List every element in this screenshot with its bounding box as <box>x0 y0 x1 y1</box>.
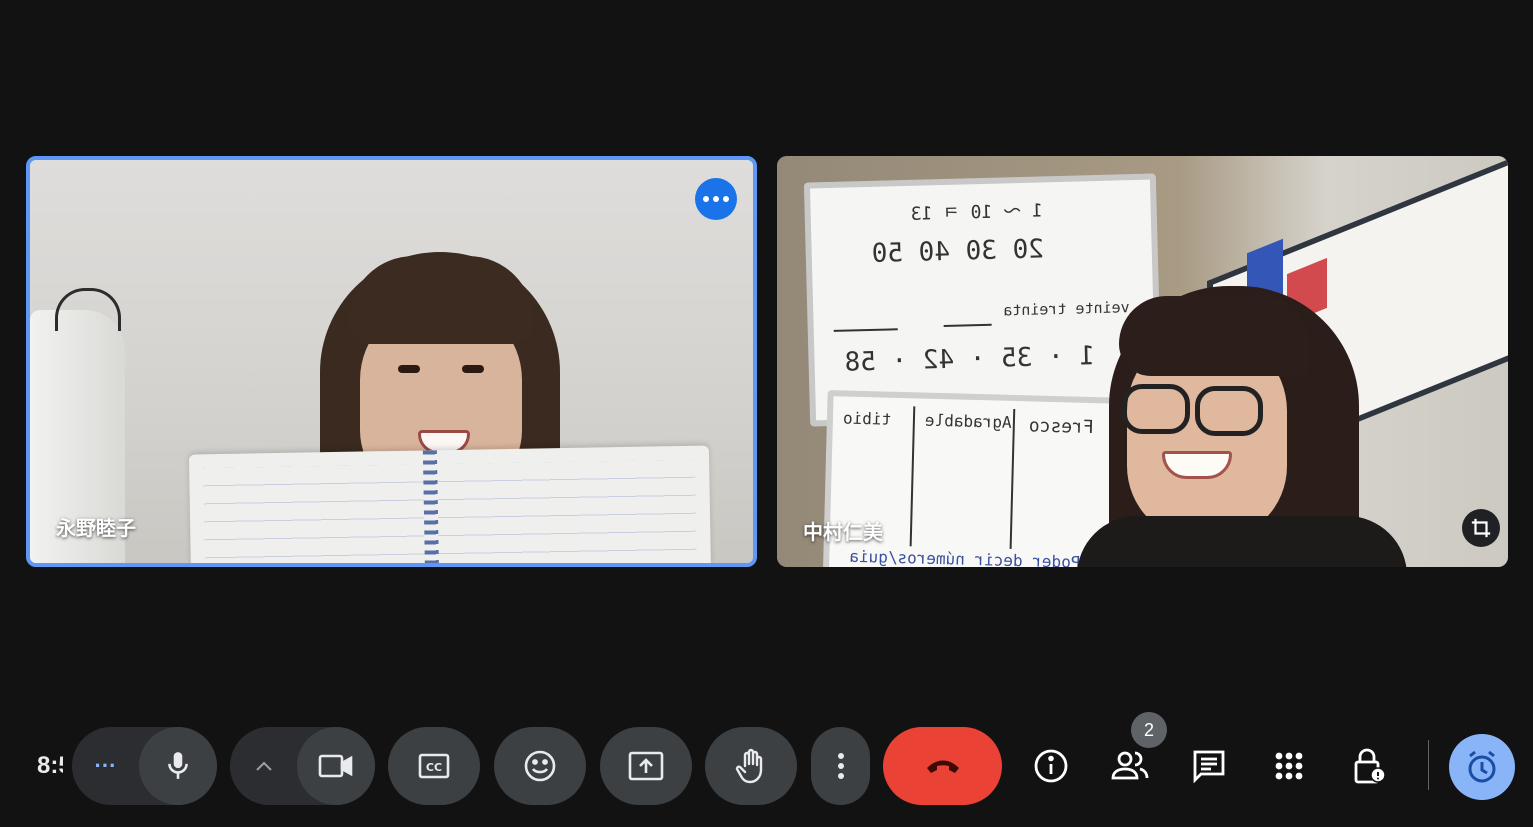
video-feed-1 <box>30 160 753 563</box>
camera-icon <box>318 754 353 778</box>
svg-text:CC: CC <box>426 761 442 774</box>
microphone-icon <box>168 752 188 779</box>
participant-name: 中村仁美 <box>803 520 883 544</box>
people-count-badge: 2 <box>1131 712 1167 748</box>
activities-icon <box>1275 752 1303 780</box>
present-now-button[interactable] <box>600 727 692 805</box>
reactions-button[interactable] <box>494 727 586 805</box>
crop-icon <box>1471 518 1491 538</box>
participant-tile-1[interactable]: 永野睦子 <box>26 156 757 567</box>
present-icon <box>628 751 664 781</box>
chevron-up-icon <box>255 761 272 771</box>
whiteboard-top: 1 〜 10 ㅋ 13 20 30 40 50 veinte treinta 1… <box>803 173 1163 427</box>
video-feed-2: 1 〜 10 ㅋ 13 20 30 40 50 veinte treinta 1… <box>777 156 1508 567</box>
info-icon <box>1034 749 1068 783</box>
participant-name: 永野睦子 <box>56 516 136 540</box>
captions-icon: CC <box>418 753 450 779</box>
activities-button[interactable] <box>1263 740 1315 792</box>
captions-button[interactable]: CC <box>388 727 480 805</box>
host-controls-icon <box>1354 748 1386 784</box>
video-options-button[interactable] <box>230 760 297 772</box>
chat-button[interactable] <box>1183 740 1235 792</box>
timer-button[interactable] <box>1449 734 1515 800</box>
chat-icon <box>1193 750 1225 784</box>
end-call-icon <box>926 760 959 773</box>
raise-hand-icon <box>735 748 763 784</box>
emoji-icon <box>524 750 556 782</box>
meeting-clock: 8:55 <box>37 752 63 779</box>
crop-button[interactable] <box>1462 509 1500 547</box>
microphone-button[interactable] <box>139 727 217 805</box>
video-control-group <box>230 727 375 805</box>
more-options-button[interactable] <box>811 727 870 805</box>
raise-hand-button[interactable] <box>705 727 797 805</box>
meeting-details-button[interactable] <box>1025 740 1077 792</box>
audio-control-group: ··· <box>72 727 217 805</box>
audio-options-button[interactable]: ··· <box>72 753 139 779</box>
more-horiz-icon <box>703 196 729 202</box>
timer-icon <box>1468 750 1496 783</box>
notebook <box>188 445 712 563</box>
participant-tile-2[interactable]: 1 〜 10 ㅋ 13 20 30 40 50 veinte treinta 1… <box>777 156 1508 567</box>
leave-call-button[interactable] <box>883 727 1002 805</box>
host-controls-button[interactable] <box>1343 740 1395 792</box>
more-vert-icon <box>837 753 844 779</box>
people-icon <box>1111 751 1149 780</box>
call-controls-bar: 8:55 ··· CC 2 <box>0 712 1533 810</box>
camera-button[interactable] <box>297 727 375 805</box>
tile-more-options-button[interactable] <box>695 178 737 220</box>
toolbar-divider <box>1428 740 1429 790</box>
